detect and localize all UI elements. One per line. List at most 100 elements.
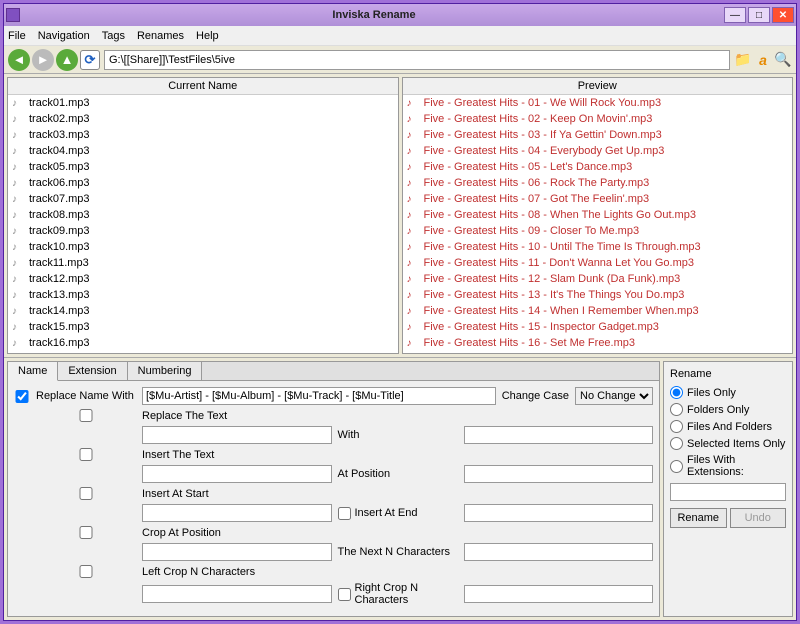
music-icon: ♪ [12, 225, 26, 237]
right-crop-input[interactable] [464, 585, 654, 603]
file-row[interactable]: ♪track01.mp3 [8, 95, 398, 111]
file-row[interactable]: ♪Five - Greatest Hits - 07 - Got The Fee… [403, 191, 793, 207]
insert-end-check[interactable] [338, 507, 351, 520]
preview-header[interactable]: Preview [403, 78, 793, 95]
tab-extension[interactable]: Extension [58, 362, 127, 380]
music-icon: ♪ [12, 145, 26, 157]
file-row[interactable]: ♪Five - Greatest Hits - 01 - We Will Roc… [403, 95, 793, 111]
file-row[interactable]: ♪track11.mp3 [8, 255, 398, 271]
file-row[interactable]: ♪track04.mp3 [8, 143, 398, 159]
music-icon: ♪ [407, 241, 421, 253]
rename-panel: Rename Files Only Folders Only Files And… [663, 361, 793, 617]
file-row[interactable]: ♪track09.mp3 [8, 223, 398, 239]
file-row[interactable]: ♪track13.mp3 [8, 287, 398, 303]
with-ext-radio[interactable] [670, 460, 683, 473]
insert-text-label: Insert The Text [142, 449, 647, 461]
crop-pos-input[interactable] [142, 543, 332, 561]
file-row[interactable]: ♪Five - Greatest Hits - 14 - When I Reme… [403, 303, 793, 319]
file-row[interactable]: ♪Five - Greatest Hits - 05 - Let's Dance… [403, 159, 793, 175]
file-row[interactable]: ♪track10.mp3 [8, 239, 398, 255]
music-icon: ♪ [12, 161, 26, 173]
right-crop-check[interactable] [338, 588, 351, 601]
with-input[interactable] [464, 426, 654, 444]
insert-text-check[interactable] [36, 448, 136, 461]
insert-start-check[interactable] [36, 487, 136, 500]
file-row[interactable]: ♪Five - Greatest Hits - 06 - Rock The Pa… [403, 175, 793, 191]
replace-text-check[interactable] [36, 409, 136, 422]
path-input[interactable] [104, 50, 730, 70]
file-row[interactable]: ♪Five - Greatest Hits - 15 - Inspector G… [403, 319, 793, 335]
file-row[interactable]: ♪Five - Greatest Hits - 09 - Closer To M… [403, 223, 793, 239]
change-case-select[interactable]: No Change [575, 387, 653, 405]
file-row[interactable]: ♪Five - Greatest Hits - 02 - Keep On Mov… [403, 111, 793, 127]
minimize-button[interactable]: — [724, 7, 746, 23]
menu-renames[interactable]: Renames [137, 30, 184, 42]
music-icon: ♪ [407, 273, 421, 285]
tab-numbering[interactable]: Numbering [128, 362, 203, 380]
window-title: Inviska Rename [24, 9, 724, 21]
file-row[interactable]: ♪track08.mp3 [8, 207, 398, 223]
file-row[interactable]: ♪Five - Greatest Hits - 11 - Don't Wanna… [403, 255, 793, 271]
up-button[interactable]: ▲ [56, 49, 78, 71]
file-row[interactable]: ♪track02.mp3 [8, 111, 398, 127]
tab-name[interactable]: Name [8, 362, 58, 381]
selected-radio[interactable] [670, 437, 683, 450]
files-folders-radio[interactable] [670, 420, 683, 433]
file-row[interactable]: ♪track16.mp3 [8, 335, 398, 351]
file-row[interactable]: ♪track12.mp3 [8, 271, 398, 287]
folders-only-radio[interactable] [670, 403, 683, 416]
file-row[interactable]: ♪track15.mp3 [8, 319, 398, 335]
file-row[interactable]: ♪Five - Greatest Hits - 08 - When The Li… [403, 207, 793, 223]
refresh-button[interactable]: ⟳ [80, 50, 100, 70]
files-only-radio[interactable] [670, 386, 683, 399]
left-crop-input[interactable] [142, 585, 332, 603]
close-button[interactable]: ✕ [772, 7, 794, 23]
rename-button[interactable]: Rename [670, 508, 727, 528]
change-case-label: Change Case [502, 390, 569, 402]
menu-file[interactable]: File [8, 30, 26, 42]
insert-end-input[interactable] [464, 504, 654, 522]
file-row[interactable]: ♪track07.mp3 [8, 191, 398, 207]
replace-name-input[interactable] [142, 387, 496, 405]
music-icon: ♪ [12, 273, 26, 285]
ext-input[interactable] [670, 483, 786, 501]
file-row[interactable]: ♪track14.mp3 [8, 303, 398, 319]
music-icon: ♪ [12, 209, 26, 221]
maximize-button[interactable]: □ [748, 7, 770, 23]
replace-text-input[interactable] [142, 426, 332, 444]
music-icon: ♪ [12, 193, 26, 205]
menu-tags[interactable]: Tags [102, 30, 125, 42]
undo-button[interactable]: Undo [730, 508, 787, 528]
titlebar: Inviska Rename — □ ✕ [4, 4, 796, 26]
back-button[interactable]: ◄ [8, 49, 30, 71]
file-row[interactable]: ♪track03.mp3 [8, 127, 398, 143]
forward-button[interactable]: ► [32, 49, 54, 71]
file-row[interactable]: ♪Five - Greatest Hits - 03 - If Ya Getti… [403, 127, 793, 143]
menu-navigation[interactable]: Navigation [38, 30, 90, 42]
file-row[interactable]: ♪Five - Greatest Hits - 16 - Set Me Free… [403, 335, 793, 351]
current-header[interactable]: Current Name [8, 78, 398, 95]
file-row[interactable]: ♪track05.mp3 [8, 159, 398, 175]
menu-help[interactable]: Help [196, 30, 219, 42]
tabs: Name Extension Numbering [8, 362, 659, 381]
amazon-icon[interactable]: a [754, 51, 772, 69]
file-row[interactable]: ♪Five - Greatest Hits - 04 - Everybody G… [403, 143, 793, 159]
file-row[interactable]: ♪Five - Greatest Hits - 13 - It's The Th… [403, 287, 793, 303]
file-row[interactable]: ♪track17.mp3 [8, 351, 398, 353]
file-row[interactable]: ♪Five - Greatest Hits - 12 - Slam Dunk (… [403, 271, 793, 287]
at-position-input[interactable] [464, 465, 654, 483]
file-row[interactable]: ♪Five - Greatest Hits - 17 - Keep On Mov… [403, 351, 793, 353]
crop-pos-check[interactable] [36, 526, 136, 539]
preview-list[interactable]: ♪Five - Greatest Hits - 01 - We Will Roc… [403, 95, 793, 353]
left-crop-check[interactable] [36, 565, 136, 578]
insert-text-input[interactable] [142, 465, 332, 483]
next-n-input[interactable] [464, 543, 654, 561]
file-row[interactable]: ♪track06.mp3 [8, 175, 398, 191]
folder-icon[interactable]: 📁 [734, 51, 752, 69]
music-icon: ♪ [12, 129, 26, 141]
current-list[interactable]: ♪track01.mp3♪track02.mp3♪track03.mp3♪tra… [8, 95, 398, 353]
insert-start-input[interactable] [142, 504, 332, 522]
search-icon[interactable]: 🔍 [774, 51, 792, 69]
file-row[interactable]: ♪Five - Greatest Hits - 10 - Until The T… [403, 239, 793, 255]
replace-name-check[interactable] [14, 390, 30, 403]
